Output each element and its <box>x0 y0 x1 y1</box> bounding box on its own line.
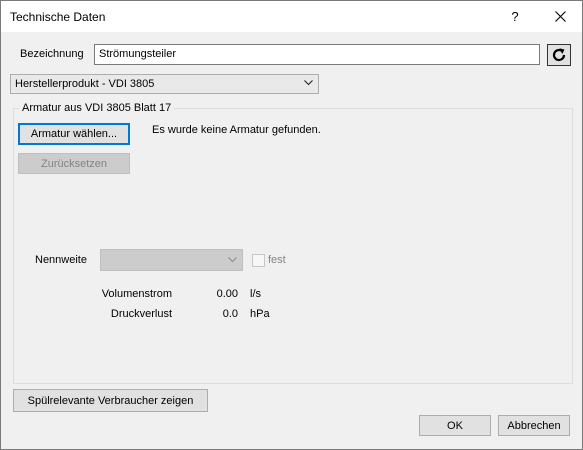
druckverlust-unit: hPa <box>250 308 270 320</box>
bezeichnung-input[interactable]: Strömungsteiler <box>94 44 540 65</box>
close-icon <box>554 11 566 22</box>
close-button[interactable] <box>538 1 582 32</box>
zuruecksetzen-button[interactable]: Zurücksetzen <box>18 153 130 174</box>
nennweite-select[interactable] <box>100 249 243 271</box>
volumenstrom-value: 0.00 <box>216 288 238 300</box>
help-icon: ? <box>511 9 519 24</box>
refresh-icon <box>552 48 566 62</box>
fest-checkbox[interactable] <box>252 254 265 267</box>
fest-label: fest <box>268 254 286 266</box>
nennweite-label: Nennweite <box>35 254 87 266</box>
hersteller-select-value: Herstellerprodukt - VDI 3805 <box>15 78 155 90</box>
chevron-down-icon <box>304 80 313 86</box>
armatur-status-text: Es wurde keine Armatur gefunden. <box>152 124 321 136</box>
help-button[interactable]: ? <box>493 1 537 32</box>
ok-button[interactable]: OK <box>419 415 491 436</box>
spuelrelevante-verbraucher-button[interactable]: Spülrelevante Verbraucher zeigen <box>13 389 208 412</box>
window-title: Technische Daten <box>10 10 106 24</box>
armatur-group-title: Armatur aus VDI 3805 Blatt 17 <box>19 102 175 114</box>
chevron-down-icon <box>228 257 237 263</box>
armatur-waehlen-button[interactable]: Armatur wählen... <box>18 123 130 145</box>
technische-daten-dialog: Technische Daten ? Bezeichnung Strömungs… <box>0 0 583 450</box>
refresh-button[interactable] <box>547 44 571 66</box>
armatur-groupbox <box>13 108 573 384</box>
bezeichnung-label: Bezeichnung <box>20 48 84 60</box>
volumenstrom-unit: l/s <box>250 288 261 300</box>
druckverlust-value: 0.0 <box>222 308 238 320</box>
volumenstrom-label: Volumenstrom <box>101 288 172 300</box>
hersteller-select[interactable]: Herstellerprodukt - VDI 3805 <box>10 74 319 94</box>
druckverlust-label: Druckverlust <box>110 308 172 320</box>
cancel-button[interactable]: Abbrechen <box>498 415 570 436</box>
title-bar: Technische Daten ? <box>1 1 582 32</box>
